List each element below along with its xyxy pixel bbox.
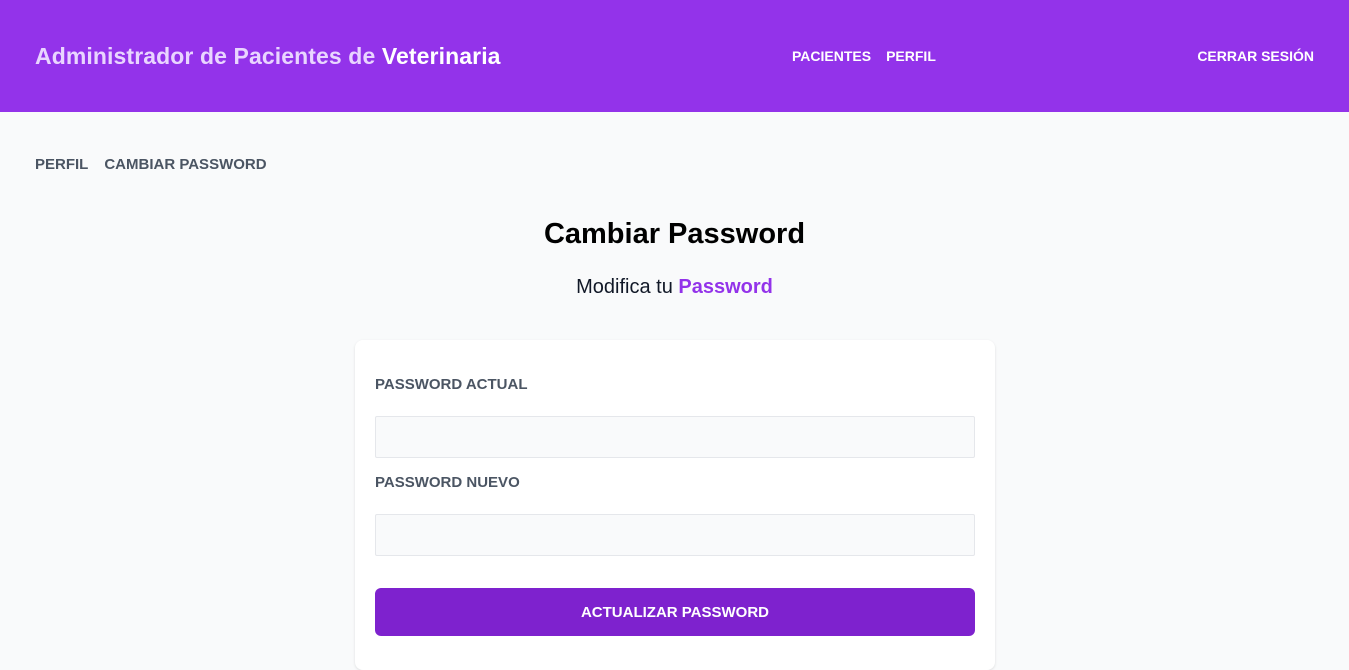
current-password-input[interactable] (375, 416, 975, 458)
page-subtitle: Modifica tu Password (0, 276, 1349, 299)
current-password-label: PASSWORD ACTUAL (375, 376, 528, 393)
subnav-link-cambiar-password[interactable]: CAMBIAR PASSWORD (104, 156, 266, 173)
page-title: Cambiar Password (543, 218, 806, 250)
subnav-link-perfil[interactable]: PERFIL (35, 156, 88, 173)
update-password-button[interactable]: ACTUALIZAR PASSWORD (375, 588, 975, 636)
main-nav: PACIENTES PERFIL (792, 48, 936, 64)
top-header: Administrador de Pacientes de Veterinari… (0, 0, 1349, 112)
nav-link-pacientes[interactable]: PACIENTES (792, 48, 871, 64)
nav-link-perfil[interactable]: PERFIL (886, 48, 936, 64)
page-subtitle-prefix: Modifica tu (576, 276, 673, 298)
change-password-form: PASSWORD ACTUAL PASSWORD NUEVO ACTUALIZA… (355, 340, 995, 670)
page-subtitle-highlight: Password (678, 276, 773, 298)
profile-subnav: PERFIL CAMBIAR PASSWORD (35, 156, 267, 173)
app-title: Administrador de Pacientes de Veterinari… (35, 43, 501, 70)
logout-button[interactable]: CERRAR SESIÓN (1197, 48, 1314, 64)
app-title-highlight: Veterinaria (381, 43, 501, 69)
new-password-label: PASSWORD NUEVO (375, 474, 520, 491)
app-title-prefix: Administrador de Pacientes de (35, 43, 376, 69)
new-password-input[interactable] (375, 514, 975, 556)
